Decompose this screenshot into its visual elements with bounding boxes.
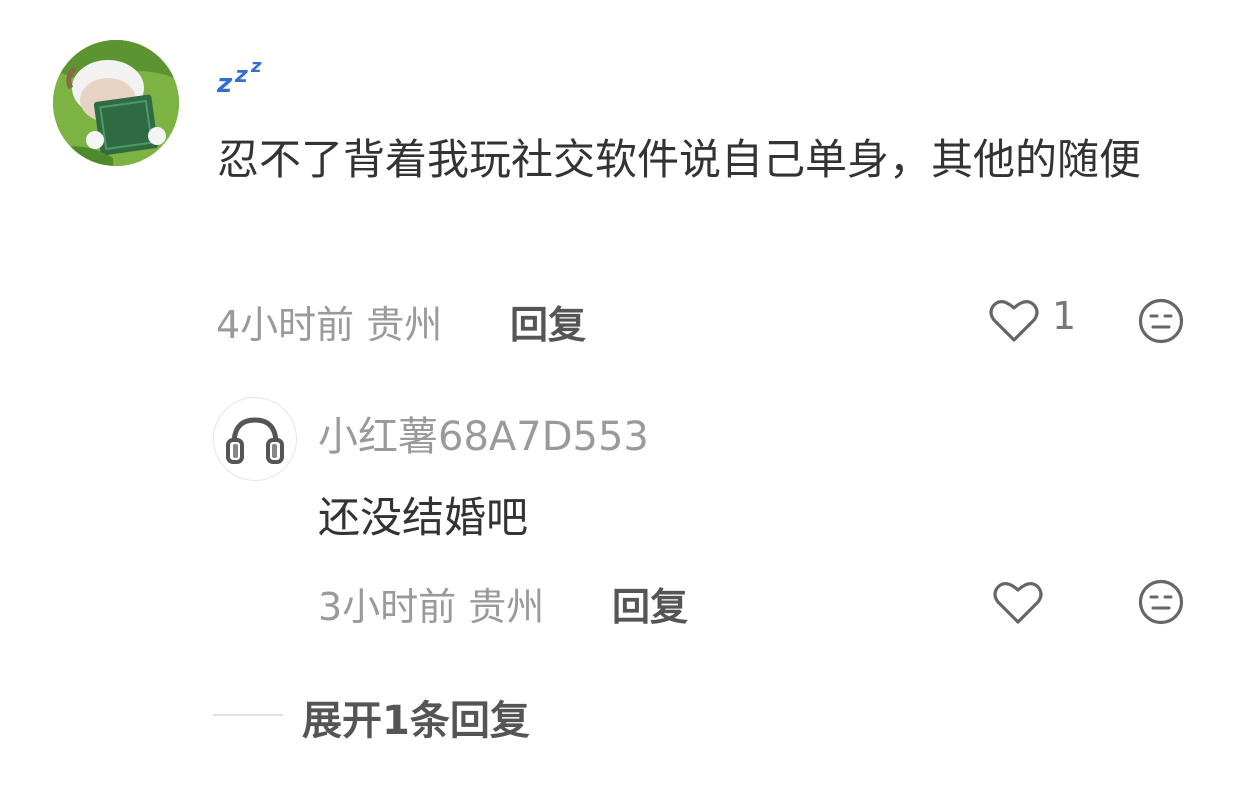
reply-username[interactable]: 小红薯68A7D553 xyxy=(318,404,649,462)
reply-time-location: 3小时前 贵州 xyxy=(318,585,545,629)
meh-face-icon[interactable] xyxy=(1137,578,1185,626)
meh-face-icon[interactable] xyxy=(1137,297,1185,345)
commenter-avatar[interactable] xyxy=(53,40,179,166)
reply-avatar[interactable] xyxy=(213,397,297,481)
svg-text:z: z xyxy=(217,69,233,98)
comment-time-location: 4小时前 贵州 xyxy=(216,303,443,347)
comment-text: 忍不了背着我玩社交软件说自己单身，其他的随便 xyxy=(217,135,1142,184)
commenter-username-zzz-icon[interactable]: z z z xyxy=(216,48,287,99)
heart-icon[interactable] xyxy=(988,296,1040,344)
like-count: 1 xyxy=(1052,294,1077,338)
svg-text:z: z xyxy=(234,63,248,88)
divider-line xyxy=(213,714,283,716)
heart-icon[interactable] xyxy=(992,578,1044,626)
reply-text: 还没结婚吧 xyxy=(318,493,529,542)
svg-text:z: z xyxy=(250,56,262,77)
expand-replies-button[interactable]: 展开1条回复 xyxy=(302,688,530,746)
reply-reply-button[interactable]: 回复 xyxy=(612,576,688,631)
reply-button[interactable]: 回复 xyxy=(510,294,586,349)
